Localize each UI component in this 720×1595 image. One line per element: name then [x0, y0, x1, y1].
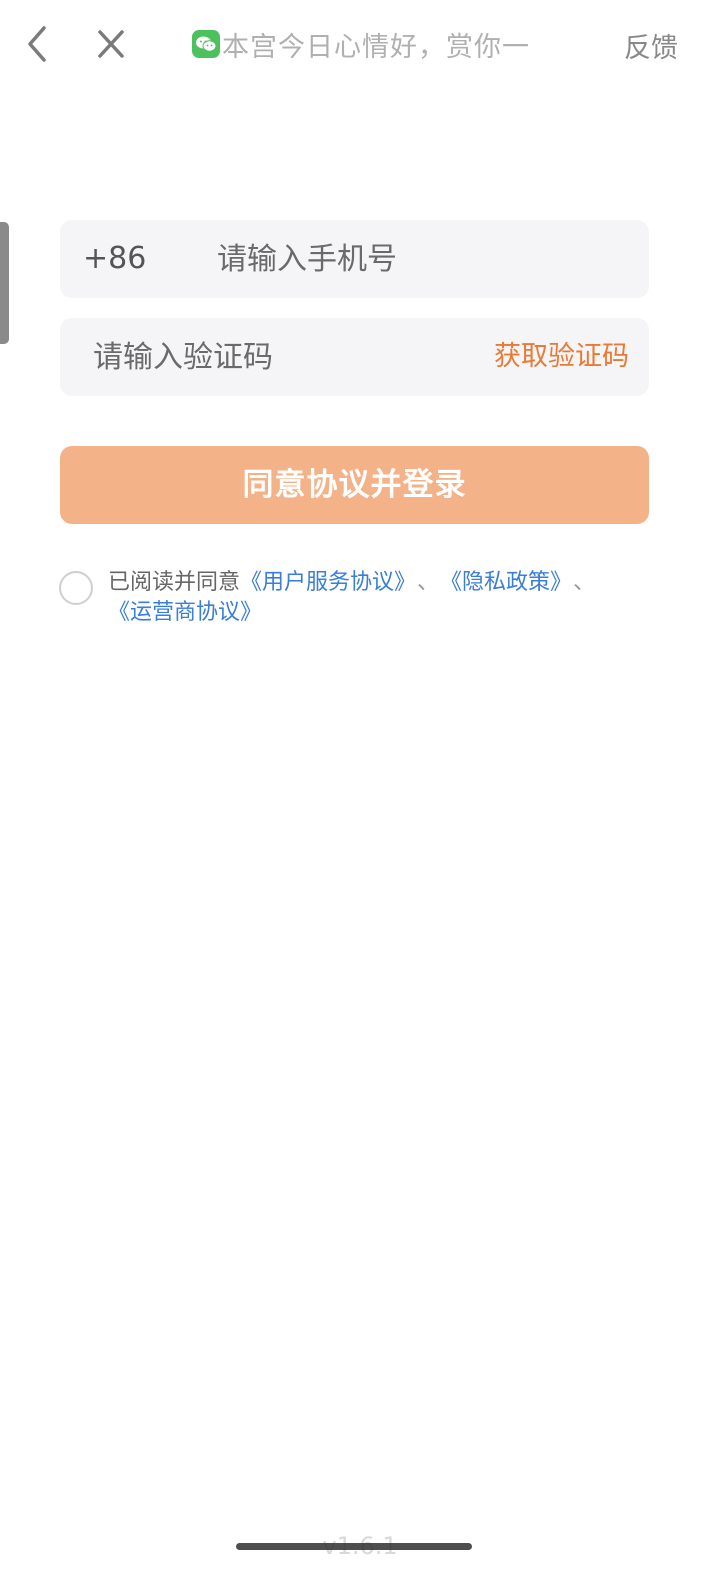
phone-field: +86 — [60, 220, 649, 298]
back-button[interactable] — [18, 22, 58, 66]
agreement-prefix: 已阅读并同意 — [108, 570, 241, 595]
privacy-policy-link[interactable]: 《隐私政策》 — [451, 570, 561, 595]
close-button[interactable] — [92, 26, 132, 62]
home-indicator[interactable] — [236, 1543, 472, 1550]
agreement-separator: 、 — [573, 570, 596, 595]
wechat-icon — [192, 30, 220, 58]
top-nav-bar: 本宫今日心情好，赏你一 反馈 — [0, 0, 720, 88]
agreement-separator: 、 — [417, 570, 440, 595]
edge-drag-handle[interactable] — [0, 222, 9, 344]
close-icon — [98, 30, 124, 58]
verification-code-input[interactable] — [93, 318, 473, 396]
nav-title-text: 本宫今日心情好，赏你一 — [222, 31, 530, 63]
nav-title: 本宫今日心情好，赏你一 — [192, 27, 530, 63]
user-agreement-link[interactable]: 《用户服务协议》 — [240, 570, 405, 595]
chevron-left-icon — [28, 26, 46, 62]
verification-code-field: 获取验证码 — [60, 318, 649, 396]
agree-and-login-button[interactable]: 同意协议并登录 — [60, 446, 649, 524]
operator-agreement-link[interactable]: 《运营商协议》 — [108, 600, 262, 625]
get-code-button[interactable]: 获取验证码 — [494, 318, 629, 396]
agreement-checkbox[interactable] — [59, 571, 93, 605]
phone-input[interactable] — [217, 220, 627, 298]
agreement-text: 已阅读并同意《用户服务协议》、《隐私政策》、《运营商协议》 — [108, 568, 628, 628]
feedback-button[interactable]: 反馈 — [624, 26, 678, 65]
country-code-selector[interactable]: +86 — [83, 220, 146, 298]
